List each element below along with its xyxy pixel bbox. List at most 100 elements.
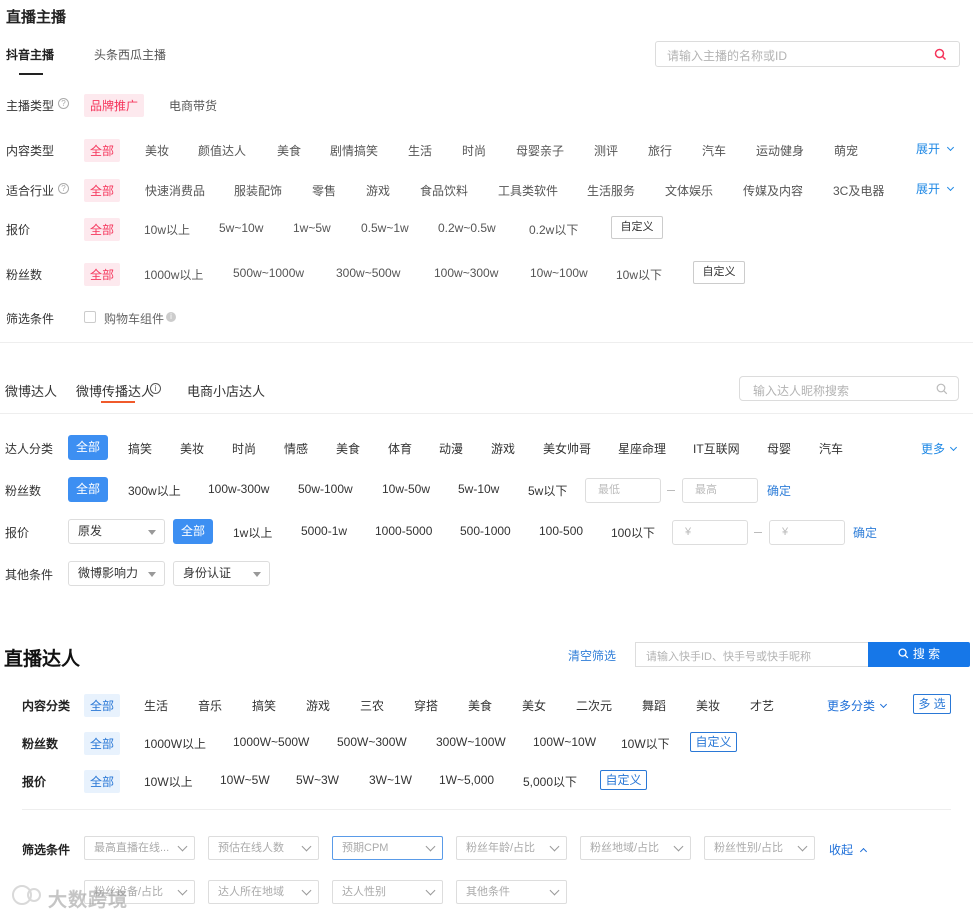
content-type-option[interactable]: 美食 bbox=[277, 142, 301, 159]
category-option[interactable]: 母婴 bbox=[767, 440, 791, 457]
content3-option[interactable]: 美女 bbox=[522, 697, 546, 714]
content3-option[interactable]: 二次元 bbox=[576, 697, 612, 714]
price-custom-button[interactable]: 自定义 bbox=[611, 216, 663, 239]
filter-dropdown-est-online[interactable]: 预估在线人数 bbox=[208, 836, 319, 860]
fans-confirm-button[interactable]: 确定 bbox=[767, 482, 791, 499]
search-icon[interactable] bbox=[936, 383, 948, 395]
tab-ecom-store[interactable]: 电商小店达人 bbox=[187, 381, 265, 400]
industry-expand[interactable]: 展开 bbox=[916, 180, 955, 197]
price-option[interactable]: 5w~10w bbox=[219, 221, 263, 235]
content-type-all[interactable]: 全部 bbox=[84, 139, 121, 162]
content3-option[interactable]: 搞笑 bbox=[252, 697, 276, 714]
search-button[interactable]: 搜 索 bbox=[868, 642, 970, 667]
anchor-type-ecommerce[interactable]: 电商带货 bbox=[169, 97, 217, 114]
industry-option[interactable]: 传媒及内容 bbox=[743, 182, 803, 199]
price3-option[interactable]: 10W~5W bbox=[220, 773, 270, 787]
filter-dropdown-creator-region[interactable]: 达人所在地域 bbox=[208, 880, 319, 904]
fans2-all[interactable]: 全部 bbox=[68, 477, 108, 502]
content-type-option[interactable]: 旅行 bbox=[648, 142, 672, 159]
fans-option[interactable]: 10w~100w bbox=[530, 266, 588, 280]
tab-weibo[interactable]: 微博达人 bbox=[5, 381, 57, 400]
more-categories-link[interactable]: 更多分类 bbox=[827, 697, 888, 714]
fans2-option[interactable]: 100w-300w bbox=[208, 482, 269, 496]
price3-option[interactable]: 5,000以下 bbox=[523, 773, 577, 790]
category-option[interactable]: 美女帅哥 bbox=[543, 440, 591, 457]
fans3-option[interactable]: 500W~300W bbox=[337, 735, 407, 749]
industry-option[interactable]: 生活服务 bbox=[587, 182, 635, 199]
fans-custom-button[interactable]: 自定义 bbox=[693, 261, 745, 284]
price-all[interactable]: 全部 bbox=[84, 218, 121, 241]
content-type-option[interactable]: 剧情搞笑 bbox=[330, 142, 378, 159]
price2-option[interactable]: 500-1000 bbox=[460, 524, 511, 538]
fans-option[interactable]: 100w~300w bbox=[434, 266, 498, 280]
filter-dropdown-cpm[interactable]: 预期CPM bbox=[332, 836, 443, 860]
content-type-expand[interactable]: 展开 bbox=[916, 140, 955, 157]
category-option[interactable]: 体育 bbox=[388, 440, 412, 457]
industry-option[interactable]: 服装配饰 bbox=[234, 182, 282, 199]
price2-all[interactable]: 全部 bbox=[173, 519, 213, 544]
industry-option[interactable]: 游戏 bbox=[366, 182, 390, 199]
creator-search-input[interactable]: 输入达人昵称搜索 bbox=[739, 376, 959, 401]
price-option[interactable]: 10w以上 bbox=[144, 221, 190, 238]
category-option[interactable]: 搞笑 bbox=[128, 440, 152, 457]
fans2-option[interactable]: 50w-100w bbox=[298, 482, 353, 496]
price-option[interactable]: 0.2w以下 bbox=[529, 221, 578, 238]
industry-option[interactable]: 3C及电器 bbox=[833, 182, 884, 199]
price-custom-button[interactable]: 自定义 bbox=[600, 770, 647, 790]
category-option[interactable]: 时尚 bbox=[232, 440, 256, 457]
influence-select[interactable]: 微博影响力 bbox=[68, 561, 165, 586]
price3-option[interactable]: 1W~5,000 bbox=[439, 773, 494, 787]
filter-dropdown-other[interactable]: 其他条件 bbox=[456, 880, 567, 904]
filter-dropdown-creator-gender[interactable]: 达人性别 bbox=[332, 880, 443, 904]
tab-douyin[interactable]: 抖音主播 bbox=[6, 46, 54, 63]
content3-option[interactable]: 美妆 bbox=[696, 697, 720, 714]
price-confirm-button[interactable]: 确定 bbox=[853, 524, 877, 541]
fans2-option[interactable]: 10w-50w bbox=[382, 482, 430, 496]
price-option[interactable]: 0.2w~0.5w bbox=[438, 221, 496, 235]
fans3-option[interactable]: 300W~100W bbox=[436, 735, 506, 749]
fans-option[interactable]: 500w~1000w bbox=[233, 266, 304, 280]
content3-option[interactable]: 才艺 bbox=[750, 697, 774, 714]
content3-option[interactable]: 音乐 bbox=[198, 697, 222, 714]
content3-option[interactable]: 穿搭 bbox=[414, 697, 438, 714]
content-type-option[interactable]: 萌宠 bbox=[834, 142, 858, 159]
price-min-input[interactable]: ¥ bbox=[672, 520, 748, 545]
collapse-link[interactable]: 收起 bbox=[829, 841, 868, 858]
price2-option[interactable]: 1w以上 bbox=[233, 524, 272, 541]
filter-dropdown-fan-age[interactable]: 粉丝年龄/占比 bbox=[456, 836, 567, 860]
price-max-input[interactable]: ¥ bbox=[769, 520, 845, 545]
category-option[interactable]: 汽车 bbox=[819, 440, 843, 457]
fans-max-input[interactable]: 最高 bbox=[682, 478, 758, 503]
content-type-option[interactable]: 生活 bbox=[408, 142, 432, 159]
content3-option[interactable]: 美食 bbox=[468, 697, 492, 714]
price2-option[interactable]: 100以下 bbox=[611, 524, 655, 541]
industry-option[interactable]: 零售 bbox=[312, 182, 336, 199]
price2-option[interactable]: 5000-1w bbox=[301, 524, 347, 538]
price-type-select[interactable]: 原发 bbox=[68, 519, 165, 544]
anchor-type-brand[interactable]: 品牌推广 bbox=[84, 94, 145, 117]
tab-weibo-spread[interactable]: 微博传播达人 bbox=[76, 381, 154, 400]
content3-all[interactable]: 全部 bbox=[84, 694, 121, 717]
tab-xigua[interactable]: 头条西瓜主播 bbox=[94, 46, 166, 63]
price3-all[interactable]: 全部 bbox=[84, 770, 121, 793]
price3-option[interactable]: 5W~3W bbox=[296, 773, 339, 787]
category-option[interactable]: 动漫 bbox=[439, 440, 463, 457]
verification-select[interactable]: 身份认证 bbox=[173, 561, 270, 586]
price2-option[interactable]: 1000-5000 bbox=[375, 524, 432, 538]
industry-option[interactable]: 快速消费品 bbox=[145, 182, 205, 199]
industry-option[interactable]: 工具类软件 bbox=[498, 182, 558, 199]
clear-filters-link[interactable]: 清空筛选 bbox=[568, 647, 616, 664]
search-icon[interactable] bbox=[934, 48, 947, 61]
content-type-option[interactable]: 测评 bbox=[594, 142, 618, 159]
fans-all[interactable]: 全部 bbox=[84, 263, 121, 286]
fans-option[interactable]: 10w以下 bbox=[616, 266, 662, 283]
content-type-option[interactable]: 母婴亲子 bbox=[516, 142, 564, 159]
fans-min-input[interactable]: 最低 bbox=[585, 478, 661, 503]
category-option[interactable]: 星座命理 bbox=[618, 440, 666, 457]
industry-option[interactable]: 食品饮料 bbox=[420, 182, 468, 199]
price-option[interactable]: 1w~5w bbox=[293, 221, 331, 235]
cart-checkbox[interactable] bbox=[84, 311, 96, 323]
fans3-option[interactable]: 1000W~500W bbox=[233, 735, 309, 749]
kuaishou-search-input[interactable]: 请输入快手ID、快手号或快手昵称 bbox=[635, 642, 869, 667]
category-option[interactable]: 美食 bbox=[336, 440, 360, 457]
